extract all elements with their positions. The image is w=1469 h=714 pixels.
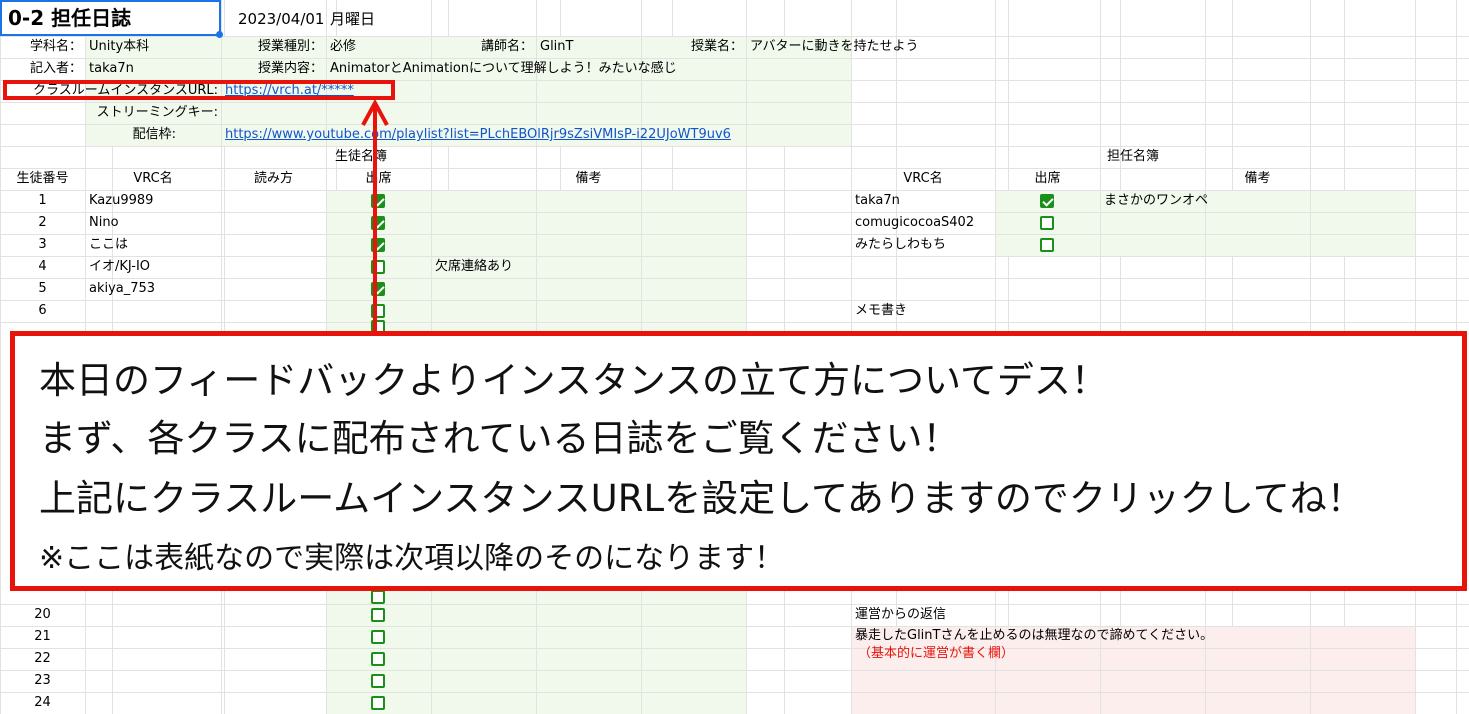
teacher-header-notes: 備考 bbox=[1244, 171, 1271, 186]
class-type-value[interactable]: 必修 bbox=[330, 36, 430, 58]
student-no: 2 bbox=[38, 215, 47, 230]
stream-label: 配信枠: bbox=[132, 127, 176, 142]
annotation-callout: 本日のフィードバックよりインスタンスの立て方についてデス！ まず、各クラスに配布… bbox=[10, 331, 1467, 591]
teacher-attendance-checkbox[interactable] bbox=[1040, 238, 1054, 252]
class-name-value[interactable]: アバターに動きを持たせよう bbox=[750, 36, 950, 58]
teacher-note[interactable]: まさかのワンオペ bbox=[1104, 190, 1404, 212]
teacher-header-attendance: 出席 bbox=[1034, 171, 1061, 186]
student-name[interactable]: akiya_753 bbox=[89, 278, 219, 300]
student-no: 6 bbox=[38, 303, 47, 318]
student-no: 4 bbox=[38, 259, 47, 274]
attendance-checkbox[interactable] bbox=[371, 696, 385, 710]
weekday-cell[interactable]: 月曜日 bbox=[330, 8, 410, 30]
header-notes: 備考 bbox=[575, 171, 602, 186]
student-note[interactable]: 欠席連絡あり bbox=[435, 256, 735, 278]
student-no: 3 bbox=[38, 237, 47, 252]
department-value[interactable]: Unity本科 bbox=[89, 36, 219, 58]
teacher-roster-title: 担任名簿 bbox=[1106, 149, 1159, 164]
attendance-checkbox[interactable] bbox=[371, 608, 385, 622]
teacher-name[interactable]: taka7n bbox=[855, 190, 995, 212]
header-vrc-name: VRC名 bbox=[133, 171, 173, 186]
student-no: 24 bbox=[34, 695, 51, 710]
student-no: 21 bbox=[34, 629, 51, 644]
callout-line-1: 本日のフィードバックよりインスタンスの立て方についてデス！ bbox=[39, 359, 1108, 402]
attendance-checkbox[interactable] bbox=[371, 652, 385, 666]
teacher-header-vrc-name: VRC名 bbox=[903, 171, 943, 186]
content-value[interactable]: AnimatorとAnimationについて理解しよう！みたいな感じ bbox=[330, 58, 830, 80]
student-name[interactable]: Kazu9989 bbox=[89, 190, 219, 212]
recorder-label: 記入者： bbox=[29, 61, 82, 76]
recorder-value[interactable]: taka7n bbox=[89, 58, 219, 80]
date-cell[interactable]: 2023/04/01 bbox=[238, 8, 338, 30]
department-label: 学科名： bbox=[29, 39, 82, 54]
header-student-no: 生徒番号 bbox=[16, 171, 69, 186]
header-attendance: 出席 bbox=[365, 171, 392, 186]
student-name[interactable]: ここは bbox=[89, 234, 219, 256]
reply-hint: （基本的に運営が書く欄） bbox=[858, 646, 1015, 661]
memo-label: メモ書き bbox=[855, 303, 908, 318]
student-roster-title: 生徒名簿 bbox=[334, 149, 387, 164]
arrow-shaft bbox=[373, 104, 377, 332]
reply-label: 運営からの返信 bbox=[855, 607, 947, 622]
student-no: 5 bbox=[38, 281, 47, 296]
student-no: 20 bbox=[34, 607, 51, 622]
student-name[interactable]: Nino bbox=[89, 212, 219, 234]
teacher-attendance-checkbox[interactable] bbox=[1040, 216, 1054, 230]
student-name[interactable]: イオ/KJ-IO bbox=[89, 256, 219, 278]
student-no: 1 bbox=[38, 193, 47, 208]
attendance-checkbox[interactable] bbox=[371, 590, 385, 604]
instructor-value[interactable]: GlinT bbox=[540, 36, 640, 58]
callout-line-4: ※ここは表紙なので実際は次項以降のそのになります！ bbox=[39, 541, 785, 576]
instructor-label: 講師名： bbox=[480, 39, 533, 54]
teacher-name[interactable]: comugicocoaS402 bbox=[855, 212, 995, 234]
attendance-checkbox[interactable] bbox=[371, 630, 385, 644]
callout-line-3: 上記にクラスルームインスタンスURLを設定してありますのでクリックしてね！ bbox=[39, 477, 1364, 520]
student-no: 22 bbox=[34, 651, 51, 666]
reply-text[interactable]: 暴走したGlinTさんを止めるのは無理なので諦めてください。 bbox=[855, 626, 1415, 646]
content-label: 授業内容： bbox=[257, 61, 323, 76]
class-name-label: 授業名： bbox=[690, 39, 743, 54]
callout-line-2: まず、各クラスに配布されている日誌をご覧ください！ bbox=[39, 417, 960, 460]
stream-url-link[interactable]: https://www.youtube.com/playlist?list=PL… bbox=[225, 124, 745, 146]
arrow-up-icon bbox=[361, 99, 389, 126]
sheet-title-cell[interactable]: 0-2 担任日誌 bbox=[0, 0, 221, 36]
teacher-attendance-checkbox[interactable] bbox=[1040, 194, 1054, 208]
attendance-checkbox[interactable] bbox=[371, 674, 385, 688]
stream-key-label: ストリーミングキー: bbox=[96, 105, 218, 120]
teacher-name[interactable]: みたらしわもち bbox=[855, 234, 995, 256]
student-no: 23 bbox=[34, 673, 51, 688]
instance-url-highlight bbox=[3, 80, 395, 100]
class-type-label: 授業種別： bbox=[257, 39, 323, 54]
header-reading: 読み方 bbox=[253, 171, 293, 186]
